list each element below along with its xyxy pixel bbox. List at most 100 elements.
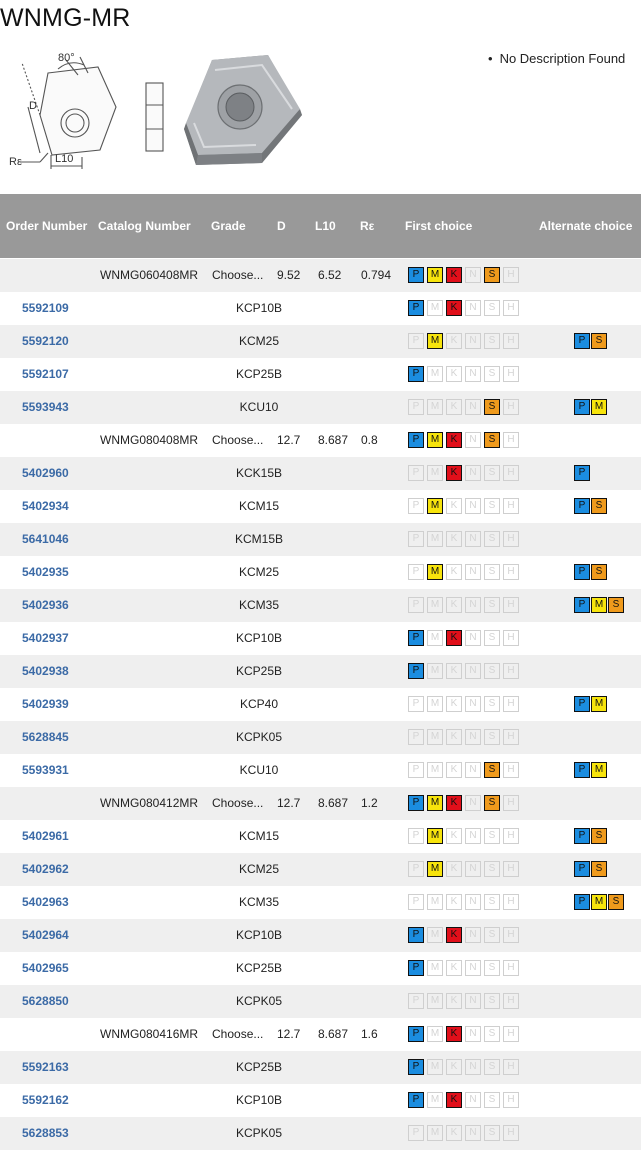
material-chip-h: H xyxy=(503,729,519,745)
col-d[interactable]: D xyxy=(277,219,286,233)
alternate-choice-chips: PMS xyxy=(574,894,625,910)
table-row: 5628853 KCPK05 P M K N S H xyxy=(0,1117,641,1150)
order-number-link[interactable]: 5628853 xyxy=(22,1126,69,1140)
material-chip-n: N xyxy=(465,696,481,712)
material-chip-h: H xyxy=(503,828,519,844)
order-number-link[interactable]: 5402960 xyxy=(22,466,69,480)
material-chip-h: H xyxy=(503,927,519,943)
material-chip-k: K xyxy=(446,399,462,415)
material-chip-m: M xyxy=(427,696,443,712)
table-row: 5402961 KCM15 P M K N S H P S xyxy=(0,820,641,853)
material-chip-m: M xyxy=(427,894,443,910)
grade-value: KCP25B xyxy=(235,1060,283,1074)
order-number-link[interactable]: 5628845 xyxy=(22,730,69,744)
material-chip-m: M xyxy=(427,729,443,745)
table-row: 5592107 KCP25B P M K N S H xyxy=(0,358,641,391)
order-number-link[interactable]: 5402937 xyxy=(22,631,69,645)
material-chip-h: H xyxy=(503,696,519,712)
order-number-link[interactable]: 5592120 xyxy=(22,334,69,348)
first-choice-chips: PMKNSH xyxy=(408,861,522,877)
order-number-link[interactable]: 5593943 xyxy=(22,400,69,414)
material-chip-s: S xyxy=(484,1125,500,1141)
order-number-link[interactable]: 5641046 xyxy=(22,532,69,546)
col-order-number[interactable]: Order Number xyxy=(6,219,87,233)
order-number-link[interactable]: 5402962 xyxy=(22,862,69,876)
grade-select[interactable]: Choose... xyxy=(212,1027,263,1041)
material-chip-k: K xyxy=(446,663,462,679)
material-chip-k: K xyxy=(446,597,462,613)
material-chip-p: P xyxy=(408,795,424,811)
material-chip-m: M xyxy=(427,564,443,580)
alternate-choice-chips: P xyxy=(574,465,591,481)
alt-material-chip-p: P xyxy=(574,399,590,415)
material-chip-p: P xyxy=(408,729,424,745)
grade-value: KCPK05 xyxy=(235,730,283,744)
grade-select[interactable]: Choose... xyxy=(212,268,263,282)
order-number-link[interactable]: 5402935 xyxy=(22,565,69,579)
grade-select[interactable]: Choose... xyxy=(212,433,263,447)
dimension-d: 9.52 xyxy=(277,268,301,282)
alt-material-chip-s: S xyxy=(608,597,624,613)
grade-value: KCP10B xyxy=(235,928,283,942)
table-row: 5628845 KCPK05 P M K N S H xyxy=(0,721,641,754)
grade-value: KCPK05 xyxy=(235,994,283,1008)
order-number-link[interactable]: 5402936 xyxy=(22,598,69,612)
col-catalog-number[interactable]: Catalog Number xyxy=(98,219,191,233)
col-alternate-choice[interactable]: Alternate choice xyxy=(539,219,632,233)
alt-material-chip-m: M xyxy=(591,399,607,415)
material-chip-h: H xyxy=(503,663,519,679)
material-chip-h: H xyxy=(503,432,519,448)
order-number-link[interactable]: 5402938 xyxy=(22,664,69,678)
insert-drawings: 80° D Rε L10 xyxy=(0,45,310,177)
material-chip-h: H xyxy=(503,498,519,514)
grade-select[interactable]: Choose... xyxy=(212,796,263,810)
order-number-link[interactable]: 5402963 xyxy=(22,895,69,909)
col-l10[interactable]: L10 xyxy=(315,219,336,233)
alternate-choice-chips: PS xyxy=(574,828,608,844)
order-number-link[interactable]: 5402961 xyxy=(22,829,69,843)
material-chip-p: P xyxy=(408,432,424,448)
material-chip-k: K xyxy=(446,498,462,514)
order-number-link[interactable]: 5402939 xyxy=(22,697,69,711)
alt-material-chip-p: P xyxy=(574,333,590,349)
order-number-link[interactable]: 5593931 xyxy=(22,763,69,777)
alt-material-chip-p: P xyxy=(574,828,590,844)
material-chip-p: P xyxy=(408,960,424,976)
material-chip-h: H xyxy=(503,762,519,778)
grade-value: KCU10 xyxy=(239,763,279,777)
table-row: 5641046 KCM15B P M K N S H xyxy=(0,523,641,556)
order-number-link[interactable]: 5628850 xyxy=(22,994,69,1008)
col-re[interactable]: Rε xyxy=(360,219,374,233)
material-chip-s: S xyxy=(484,696,500,712)
material-chip-h: H xyxy=(503,399,519,415)
col-first-choice[interactable]: First choice xyxy=(405,219,472,233)
order-number-link[interactable]: 5592163 xyxy=(22,1060,69,1074)
material-chip-k: K xyxy=(446,795,462,811)
material-chip-p: P xyxy=(408,366,424,382)
material-chip-m: M xyxy=(427,531,443,547)
order-number-link[interactable]: 5402965 xyxy=(22,961,69,975)
alt-material-chip-s: S xyxy=(591,828,607,844)
material-chip-s: S xyxy=(484,399,500,415)
material-chip-n: N xyxy=(465,795,481,811)
material-chip-s: S xyxy=(484,828,500,844)
material-chip-n: N xyxy=(465,300,481,316)
material-chip-h: H xyxy=(503,861,519,877)
material-chip-n: N xyxy=(465,960,481,976)
description-text: No Description Found xyxy=(499,51,626,66)
order-number-link[interactable]: 5592107 xyxy=(22,367,69,381)
material-chip-m: M xyxy=(427,597,443,613)
material-chip-k: K xyxy=(446,300,462,316)
alternate-choice-chips: PM xyxy=(574,762,608,778)
material-chip-n: N xyxy=(465,993,481,1009)
material-chip-s: S xyxy=(484,1059,500,1075)
material-chip-n: N xyxy=(465,729,481,745)
order-number-link[interactable]: 5402934 xyxy=(22,499,69,513)
order-number-link[interactable]: 5592109 xyxy=(22,301,69,315)
order-number-link[interactable]: 5592162 xyxy=(22,1093,69,1107)
order-number-link[interactable]: 5402964 xyxy=(22,928,69,942)
material-chip-k: K xyxy=(446,993,462,1009)
dimension-l10: 8.687 xyxy=(318,1027,349,1041)
material-chip-h: H xyxy=(503,795,519,811)
col-grade[interactable]: Grade xyxy=(211,219,246,233)
